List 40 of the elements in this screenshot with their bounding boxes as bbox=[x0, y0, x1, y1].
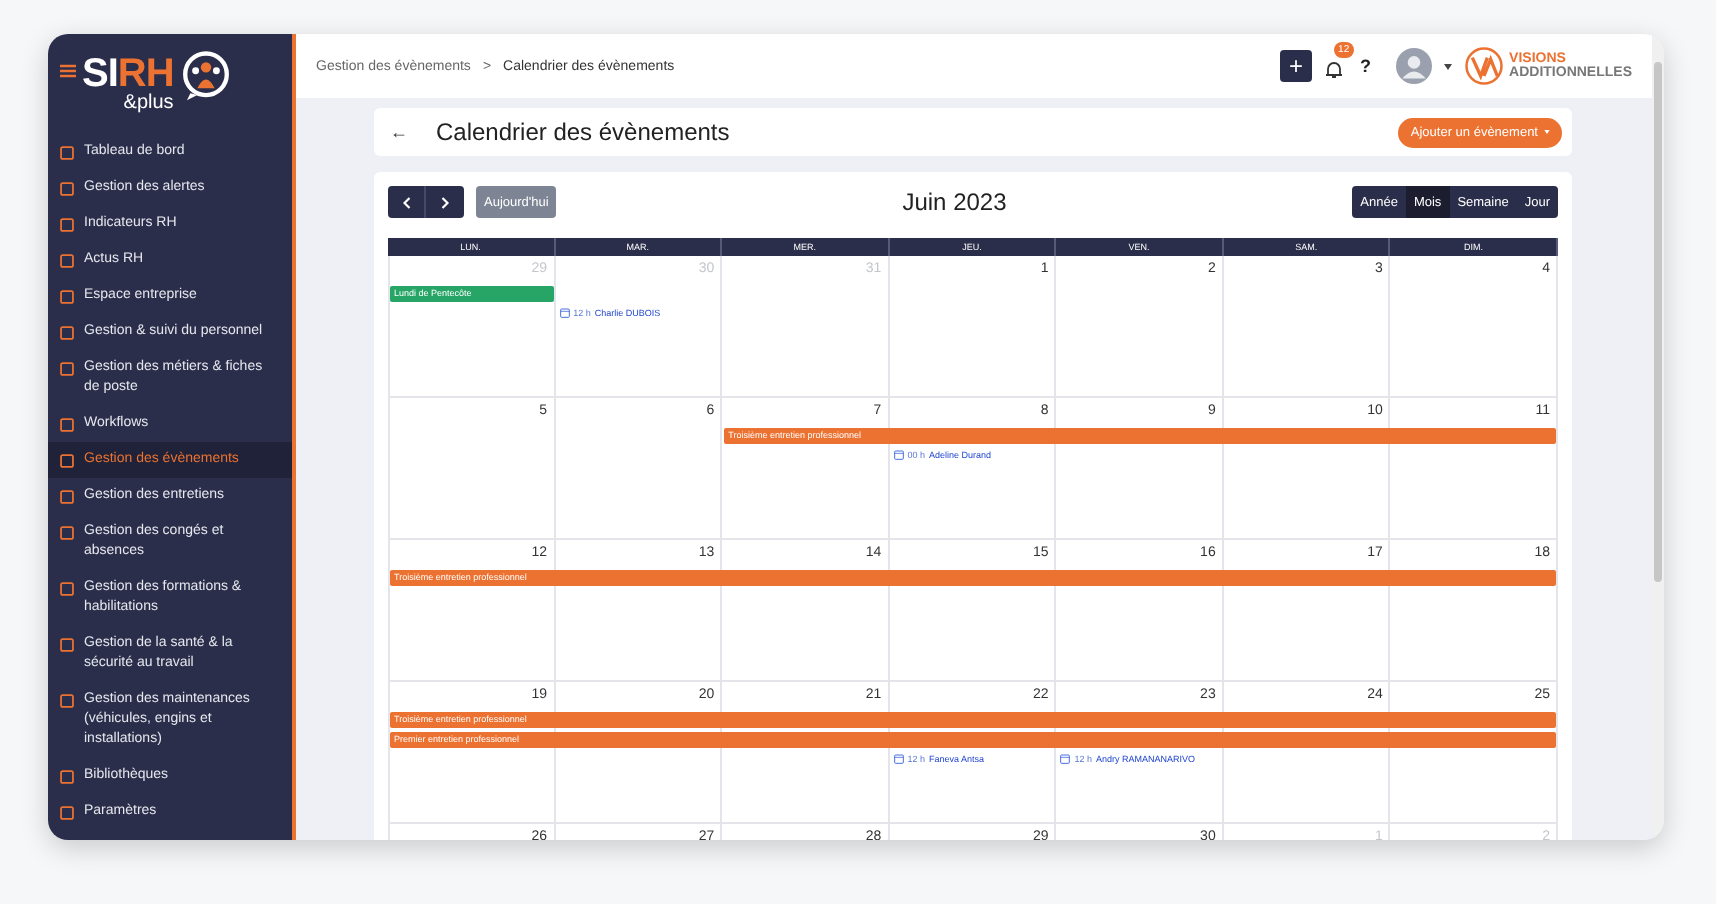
people-bubble-icon bbox=[179, 50, 232, 102]
square-icon bbox=[60, 218, 74, 232]
square-icon bbox=[60, 526, 74, 540]
scrollbar[interactable] bbox=[1652, 34, 1664, 840]
calendar-icon bbox=[1060, 754, 1071, 764]
caret-icon bbox=[1544, 130, 1550, 134]
avatar-icon[interactable] bbox=[1395, 48, 1432, 84]
chevron-left-icon bbox=[401, 195, 411, 209]
caret-icon[interactable] bbox=[1443, 63, 1452, 69]
square-icon bbox=[60, 694, 74, 708]
square-icon bbox=[60, 290, 74, 304]
square-icon bbox=[60, 582, 74, 596]
add-button[interactable]: + bbox=[1280, 50, 1313, 82]
bell-icon[interactable] bbox=[1324, 60, 1345, 80]
brand-logo-icon bbox=[1463, 46, 1504, 86]
logo-text: RH bbox=[117, 54, 174, 94]
square-icon bbox=[60, 490, 74, 504]
square-icon bbox=[60, 182, 74, 196]
calendar-icon bbox=[893, 450, 904, 460]
month-title: Juin 2023 bbox=[900, 188, 1009, 216]
square-icon bbox=[60, 454, 74, 468]
menu-icon[interactable] bbox=[60, 63, 76, 77]
square-icon bbox=[60, 254, 74, 268]
back-button[interactable]: ← bbox=[390, 122, 408, 142]
logo-text: SI bbox=[82, 54, 118, 94]
square-icon bbox=[60, 326, 74, 340]
calendar-icon bbox=[559, 308, 570, 318]
square-icon bbox=[60, 362, 74, 376]
square-icon bbox=[60, 770, 74, 784]
square-icon bbox=[60, 638, 74, 652]
help-link[interactable]: ? bbox=[1360, 56, 1372, 76]
square-icon bbox=[60, 418, 74, 432]
logo-subtitle: &plus bbox=[123, 94, 174, 114]
calendar-icon bbox=[893, 754, 904, 764]
page-title: Calendrier des évènements bbox=[436, 118, 732, 146]
square-icon bbox=[60, 806, 74, 820]
next-button[interactable] bbox=[426, 186, 464, 218]
square-icon bbox=[60, 146, 74, 160]
chevron-right-icon bbox=[440, 195, 450, 209]
previous-button[interactable] bbox=[388, 186, 426, 218]
